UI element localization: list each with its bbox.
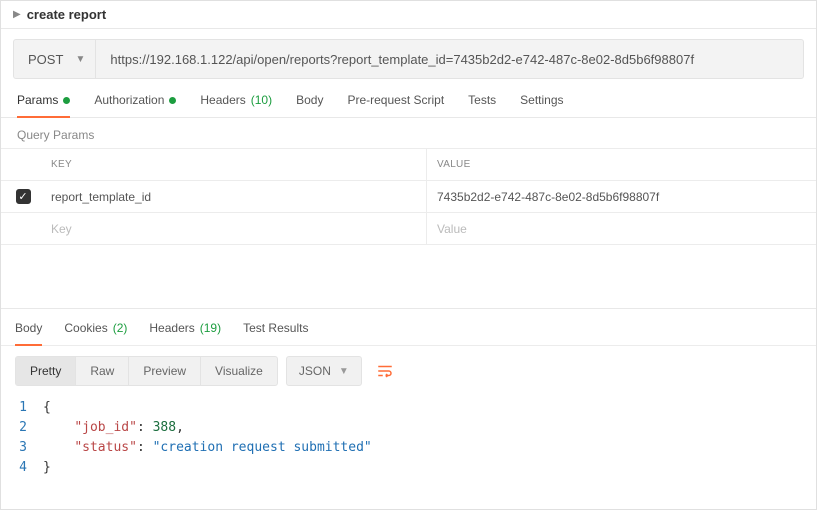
method-label: POST — [28, 52, 63, 67]
row-value-input[interactable]: 7435b2d2-e742-487c-8e02-8d5b6f98807f — [427, 181, 816, 212]
code-line: 4} — [15, 458, 802, 478]
status-dot-icon — [169, 97, 176, 104]
row-key-input[interactable]: Key — [45, 213, 427, 244]
view-mode-segment: Pretty Raw Preview Visualize — [15, 356, 278, 386]
cookies-count: (2) — [113, 321, 128, 335]
tab-params[interactable]: Params — [17, 93, 70, 117]
row-key-input[interactable]: report_template_id — [45, 181, 427, 212]
status-dot-icon — [63, 97, 70, 104]
line-content: } — [43, 458, 51, 478]
row-checkbox-cell: ✓ — [1, 189, 45, 204]
tab-headers-label: Headers — [200, 93, 245, 107]
response-toolbar: Pretty Raw Preview Visualize JSON ▼ — [1, 346, 816, 396]
resp-headers-count: (19) — [200, 321, 221, 335]
resp-tab-test-results[interactable]: Test Results — [243, 321, 308, 345]
table-row: ✓ report_template_id 7435b2d2-e742-487c-… — [1, 181, 816, 213]
table-header-value: Value — [427, 149, 816, 180]
request-bar-row: POST ▼ https://192.168.1.122/api/open/re… — [1, 29, 816, 79]
tab-params-label: Params — [17, 93, 58, 107]
query-params-table: Key Value ✓ report_template_id 7435b2d2-… — [1, 148, 816, 245]
resp-tab-body[interactable]: Body — [15, 321, 42, 345]
tab-headers[interactable]: Headers (10) — [200, 93, 272, 117]
line-number: 4 — [15, 458, 43, 478]
table-row-empty: Key Value — [1, 213, 816, 245]
line-content: "job_id": 388, — [43, 418, 184, 438]
chevron-down-icon: ▼ — [76, 54, 86, 65]
code-line: 1{ — [15, 398, 802, 418]
tab-settings[interactable]: Settings — [520, 93, 563, 117]
code-line: 2 "job_id": 388, — [15, 418, 802, 438]
tab-authorization[interactable]: Authorization — [94, 93, 176, 117]
spacer — [1, 245, 816, 309]
view-preview-button[interactable]: Preview — [128, 357, 200, 385]
tab-body[interactable]: Body — [296, 93, 323, 117]
line-content: "status": "creation request submitted" — [43, 438, 372, 458]
resp-tab-headers[interactable]: Headers (19) — [149, 321, 221, 345]
tab-headers-count: (10) — [251, 93, 272, 107]
line-number: 2 — [15, 418, 43, 438]
table-header-key: Key — [45, 149, 427, 180]
view-pretty-button[interactable]: Pretty — [16, 357, 75, 385]
format-label: JSON — [299, 364, 331, 378]
request-title: create report — [27, 7, 106, 22]
row-value-input[interactable]: Value — [427, 213, 816, 244]
wrap-lines-button[interactable] — [370, 356, 400, 386]
chevron-down-icon: ▼ — [339, 366, 349, 377]
format-select[interactable]: JSON ▼ — [286, 356, 362, 386]
tab-tests[interactable]: Tests — [468, 93, 496, 117]
method-select[interactable]: POST ▼ — [14, 40, 96, 78]
resp-tab-cookies[interactable]: Cookies (2) — [64, 321, 127, 345]
url-input[interactable]: https://192.168.1.122/api/open/reports?r… — [96, 52, 803, 67]
row-checkbox[interactable]: ✓ — [16, 189, 31, 204]
response-tabs: Body Cookies (2) Headers (19) Test Resul… — [1, 309, 816, 346]
tab-auth-label: Authorization — [94, 93, 164, 107]
tab-prerequest[interactable]: Pre-request Script — [347, 93, 444, 117]
line-content: { — [43, 398, 51, 418]
query-params-label: Query Params — [1, 118, 816, 148]
request-bar: POST ▼ https://192.168.1.122/api/open/re… — [13, 39, 804, 79]
request-header[interactable]: ▶ create report — [1, 1, 816, 29]
response-body-viewer[interactable]: 1{2 "job_id": 388,3 "status": "creation … — [1, 396, 816, 492]
table-header-row: Key Value — [1, 149, 816, 181]
code-line: 3 "status": "creation request submitted" — [15, 438, 802, 458]
view-visualize-button[interactable]: Visualize — [200, 357, 277, 385]
request-tabs: Params Authorization Headers (10) Body P… — [1, 79, 816, 118]
line-number: 1 — [15, 398, 43, 418]
collapse-caret-icon: ▶ — [13, 9, 21, 20]
line-number: 3 — [15, 438, 43, 458]
wrap-icon — [376, 362, 394, 380]
view-raw-button[interactable]: Raw — [75, 357, 128, 385]
